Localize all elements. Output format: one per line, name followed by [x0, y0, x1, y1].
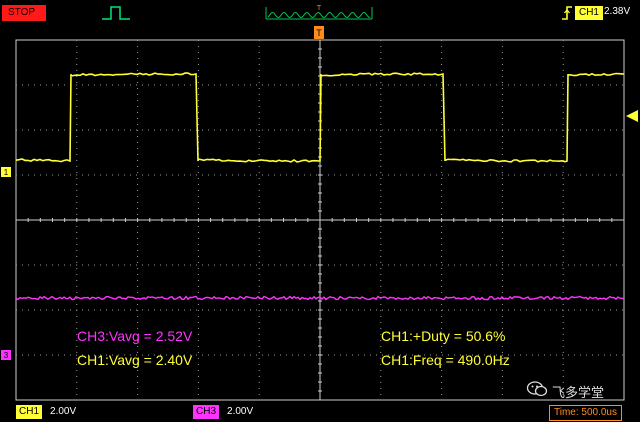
ch1-scale-chip[interactable]: CH1 2.00V [16, 405, 76, 419]
ch1-scale: 2.00V [50, 405, 76, 419]
run-stop-status[interactable]: STOP [2, 5, 46, 21]
svg-text:T: T [316, 28, 322, 38]
ch3-scale: 2.00V [227, 405, 253, 419]
trigger-channel-badge: CH1 [575, 6, 603, 20]
ch3-ground-marker[interactable]: 3 [1, 350, 11, 360]
rising-edge-icon [560, 5, 574, 21]
ch1-ground-marker[interactable]: 1 [1, 167, 11, 177]
ch3-label: CH3 [193, 405, 219, 419]
ch3-scale-chip[interactable]: CH3 2.00V [193, 405, 253, 419]
scope-graticule: T 1 3 [0, 26, 640, 402]
trigger-position-marker[interactable]: T [314, 26, 324, 39]
watermark-text: 飞多学堂 [552, 382, 604, 401]
timebase-readout[interactable]: Time: 500.0us [549, 405, 622, 421]
wechat-icon [526, 380, 548, 398]
waveform-overview-icon[interactable]: T [264, 3, 374, 23]
svg-text:1: 1 [4, 168, 9, 177]
top-status-bar: STOP T CH1 2.38V [0, 0, 640, 26]
scope-display[interactable]: T 1 3 CH3:Vavg = 2.52V CH1:Vavg = 2.40V … [0, 26, 640, 402]
ch3-vavg-readout: CH3:Vavg = 2.52V [77, 328, 192, 344]
ch1-freq-readout: CH1:Freq = 490.0Hz [381, 352, 510, 368]
bottom-status-bar: CH1 2.00V CH3 2.00V Time: 500.0us [0, 402, 640, 422]
trigger-level: 2.38V [604, 6, 630, 17]
ch1-vavg-readout: CH1:Vavg = 2.40V [77, 352, 192, 368]
svg-text:3: 3 [4, 351, 9, 360]
trigger-level-marker[interactable] [626, 110, 638, 122]
ch1-duty-readout: CH1:+Duty = 50.6% [381, 328, 506, 344]
ch1-label: CH1 [16, 405, 42, 419]
overview-trigger-marker: T [317, 5, 322, 12]
single-pulse-icon[interactable] [101, 4, 131, 22]
